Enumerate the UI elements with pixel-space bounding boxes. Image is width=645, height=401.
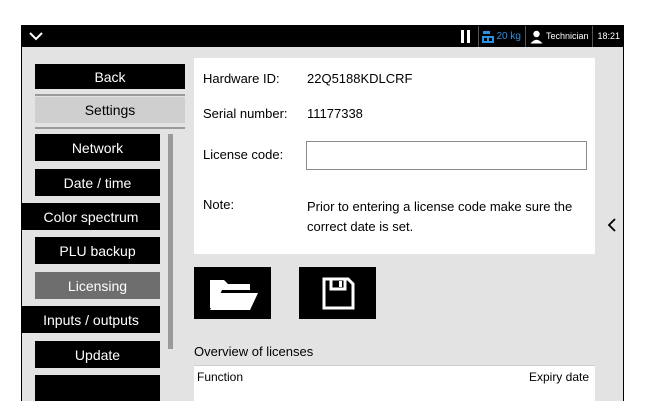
chevron-left-icon bbox=[607, 217, 616, 232]
status-bar: 20 kg Technician 18:21 bbox=[22, 26, 623, 47]
nav-item-plu-backup[interactable]: PLU backup bbox=[35, 237, 160, 264]
device-frame: 20 kg Technician 18:21 Back Settings Net… bbox=[21, 25, 624, 401]
hardware-id-label: Hardware ID: bbox=[203, 71, 280, 86]
licenses-table: Function Expiry date bbox=[194, 365, 595, 401]
license-code-label: License code: bbox=[203, 147, 284, 162]
chevron-down-icon[interactable] bbox=[28, 29, 44, 43]
nav-item-date-time[interactable]: Date / time bbox=[35, 169, 160, 196]
pause-icon[interactable] bbox=[458, 26, 474, 47]
settings-header[interactable]: Settings bbox=[35, 97, 185, 123]
save-license-button[interactable] bbox=[299, 267, 376, 319]
overview-title: Overview of licenses bbox=[194, 344, 314, 359]
hardware-id-value: 22Q5188KDLCRF bbox=[307, 71, 413, 86]
status-right: 20 kg Technician 18:21 bbox=[458, 26, 623, 47]
nav-item-color-spectrum[interactable]: Color spectrum bbox=[22, 203, 160, 230]
folder-open-icon bbox=[209, 280, 258, 310]
note-label: Note: bbox=[203, 197, 235, 212]
nav-scrollbar[interactable] bbox=[168, 134, 173, 349]
license-info-card: Hardware ID: 22Q5188KDLCRF Serial number… bbox=[194, 58, 595, 254]
scale-icon bbox=[482, 30, 495, 43]
note-text: Prior to entering a license code make su… bbox=[307, 199, 573, 234]
serial-number-value: 11177338 bbox=[307, 106, 363, 121]
nav-item-update[interactable]: Update bbox=[35, 341, 160, 368]
max-weight-value: 20 kg bbox=[496, 31, 521, 42]
license-code-input[interactable] bbox=[306, 141, 587, 170]
nav-item-licensing[interactable]: Licensing bbox=[35, 272, 160, 299]
back-button[interactable]: Back bbox=[35, 64, 185, 89]
column-header-expiry-date: Expiry date bbox=[528, 370, 589, 384]
licensing-panel: Hardware ID: 22Q5188KDLCRF Serial number… bbox=[187, 47, 623, 401]
user-icon bbox=[530, 30, 543, 43]
clock: 18:21 bbox=[592, 26, 623, 47]
nav-item-network[interactable]: Network bbox=[35, 134, 160, 161]
settings-nav: Back Settings Network Date / time Color … bbox=[22, 47, 187, 401]
serial-number-label: Serial number: bbox=[203, 106, 288, 121]
user-indicator[interactable]: Technician bbox=[524, 26, 593, 47]
user-name: Technician bbox=[545, 31, 589, 41]
nav-divider bbox=[35, 127, 185, 129]
nav-item-next[interactable] bbox=[35, 375, 160, 401]
floppy-disk-icon bbox=[322, 277, 354, 310]
max-weight-indicator: 20 kg bbox=[478, 26, 524, 47]
column-header-function: Function bbox=[197, 370, 244, 384]
nav-divider bbox=[35, 94, 185, 96]
open-license-button[interactable] bbox=[194, 267, 271, 319]
collapse-panel-button[interactable] bbox=[601, 47, 623, 401]
nav-item-inputs-outputs[interactable]: Inputs / outputs bbox=[22, 306, 160, 333]
